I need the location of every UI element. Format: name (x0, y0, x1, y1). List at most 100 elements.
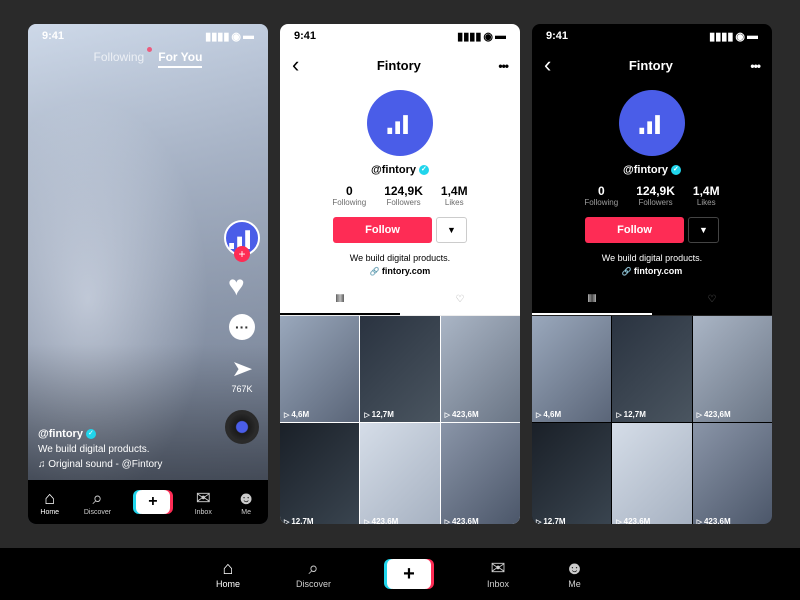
tab-me[interactable]: ☻Me (565, 559, 584, 589)
video-thumb[interactable]: 12,7M (612, 316, 691, 422)
status-time: 9:41 (294, 30, 316, 42)
video-thumb[interactable]: 423,6M (441, 316, 520, 422)
view-count: 12,7M (536, 517, 566, 524)
profile-tabs: ⦀⦀ ♡ (532, 286, 772, 316)
share-count: 767K (231, 384, 252, 394)
video-thumb[interactable]: 423,6M (612, 423, 691, 524)
create-button[interactable]: + (136, 490, 170, 514)
dropdown-button[interactable]: ▼ (688, 217, 719, 243)
dropdown-button[interactable]: ▼ (436, 217, 467, 243)
video-thumb[interactable]: 12,7M (280, 423, 359, 524)
caption-block: @fintory We build digital products. ♫ Or… (38, 426, 162, 473)
profile-title: Fintory (377, 58, 421, 73)
video-thumb[interactable]: 423,6M (693, 423, 772, 524)
profile-avatar[interactable] (367, 90, 433, 156)
feed-screen: 9:41 ▮▮▮▮ ◉ ▬ Following For You ··· 767K… (28, 24, 268, 524)
caption-user[interactable]: @fintory (38, 428, 83, 440)
author-avatar-button[interactable] (224, 220, 260, 256)
verified-badge-icon (419, 165, 429, 175)
wifi-icon: ◉ (735, 30, 745, 43)
feed-tabbar: ⌂Home ⌕Discover + ✉Inbox ☻Me (28, 480, 268, 524)
video-thumb[interactable]: 4,6M (280, 316, 359, 422)
verified-badge-icon (86, 429, 96, 439)
bottom-tabbar: ⌂Home ⌕Discover + ✉Inbox ☻Me (0, 548, 800, 600)
view-count: 4,6M (284, 410, 309, 419)
profile-link[interactable]: fintory.com (622, 266, 683, 276)
status-bar: 9:41 ▮▮▮▮◉▬ (280, 24, 520, 44)
tab-discover[interactable]: ⌕Discover (296, 559, 331, 589)
like-button[interactable] (228, 272, 256, 298)
stat-likes[interactable]: 1,4MLikes (693, 184, 720, 207)
view-count: 423,6M (445, 517, 479, 524)
tab-inbox[interactable]: ✉Inbox (195, 489, 212, 516)
caption-sound[interactable]: ♫ Original sound - @Fintory (38, 457, 162, 472)
status-icons: ▮▮▮▮◉▬ (457, 30, 506, 43)
wifi-icon: ◉ (231, 30, 241, 43)
stat-followers[interactable]: 124,9KFollowers (636, 184, 675, 207)
stat-following[interactable]: 0Following (332, 184, 366, 207)
more-button[interactable] (750, 58, 760, 73)
video-thumb[interactable]: 4,6M (532, 316, 611, 422)
profile-dark-screen: 9:41 ▮▮▮▮◉▬ Fintory @fintory 0Following … (532, 24, 772, 524)
home-icon: ⌂ (223, 559, 234, 577)
video-thumb[interactable]: 12,7M (532, 423, 611, 524)
tab-following[interactable]: Following (94, 50, 145, 68)
tab-videos[interactable]: ⦀⦀ (280, 286, 400, 315)
inbox-icon: ✉ (196, 489, 211, 507)
video-thumb[interactable]: 423,6M (441, 423, 520, 524)
comment-button[interactable]: ··· (229, 314, 255, 340)
back-button[interactable] (544, 52, 551, 78)
signal-icon: ▮▮▮▮ (709, 30, 733, 43)
tab-liked[interactable]: ♡ (652, 286, 772, 315)
fintory-logo-icon (384, 112, 416, 134)
signal-icon: ▮▮▮▮ (457, 30, 481, 43)
tab-videos[interactable]: ⦀⦀ (532, 286, 652, 315)
tab-home[interactable]: ⌂Home (40, 489, 59, 516)
feed-top-tabs: Following For You (28, 50, 268, 68)
heart-outline-icon: ♡ (456, 294, 465, 305)
tab-discover[interactable]: ⌕Discover (84, 489, 111, 516)
stat-likes[interactable]: 1,4MLikes (441, 184, 468, 207)
tab-inbox[interactable]: ✉Inbox (487, 559, 509, 589)
video-grid: 4,6M 12,7M 423,6M 12,7M 423,6M 423,6M (280, 316, 520, 524)
profile-stats: 0Following 124,9KFollowers 1,4MLikes (584, 184, 719, 207)
heart-outline-icon: ♡ (708, 294, 717, 305)
view-count: 4,6M (536, 410, 561, 419)
follow-button[interactable]: Follow (333, 217, 432, 243)
view-count: 423,6M (697, 410, 731, 419)
status-time: 9:41 (546, 30, 568, 42)
status-bar: 9:41 ▮▮▮▮ ◉ ▬ (28, 24, 268, 44)
sound-disc[interactable] (225, 410, 259, 444)
profile-handle-row: @fintory (623, 164, 681, 176)
back-button[interactable] (292, 52, 299, 78)
create-button[interactable]: + (387, 559, 431, 589)
tab-liked[interactable]: ♡ (400, 286, 520, 315)
stat-following[interactable]: 0Following (584, 184, 618, 207)
search-icon: ⌕ (308, 559, 318, 577)
profile-link[interactable]: fintory.com (370, 266, 431, 276)
tab-home[interactable]: ⌂Home (216, 559, 240, 589)
status-bar: 9:41 ▮▮▮▮◉▬ (532, 24, 772, 44)
tab-me[interactable]: ☻Me (237, 489, 256, 516)
video-thumb[interactable]: 423,6M (693, 316, 772, 422)
video-grid: 4,6M 12,7M 423,6M 12,7M 423,6M 423,6M (532, 316, 772, 524)
follow-button[interactable]: Follow (585, 217, 684, 243)
fintory-logo-icon (226, 227, 258, 249)
wifi-icon: ◉ (483, 30, 493, 43)
video-thumb[interactable]: 12,7M (360, 316, 439, 422)
tab-for-you[interactable]: For You (158, 50, 202, 68)
profile-content: @fintory 0Following 124,9KFollowers 1,4M… (532, 86, 772, 286)
video-thumb[interactable]: 423,6M (360, 423, 439, 524)
more-button[interactable] (498, 58, 508, 73)
battery-icon: ▬ (243, 30, 254, 42)
search-icon: ⌕ (92, 489, 102, 507)
grid-icon: ⦀⦀ (588, 294, 597, 305)
profile-header: Fintory (532, 44, 772, 86)
profile-header: Fintory (280, 44, 520, 86)
profile-content: @fintory 0Following 124,9KFollowers 1,4M… (280, 86, 520, 286)
stat-followers[interactable]: 124,9KFollowers (384, 184, 423, 207)
view-count: 12,7M (364, 410, 394, 419)
profile-avatar[interactable] (619, 90, 685, 156)
inbox-icon: ✉ (490, 559, 505, 577)
share-button[interactable]: 767K (231, 356, 252, 394)
